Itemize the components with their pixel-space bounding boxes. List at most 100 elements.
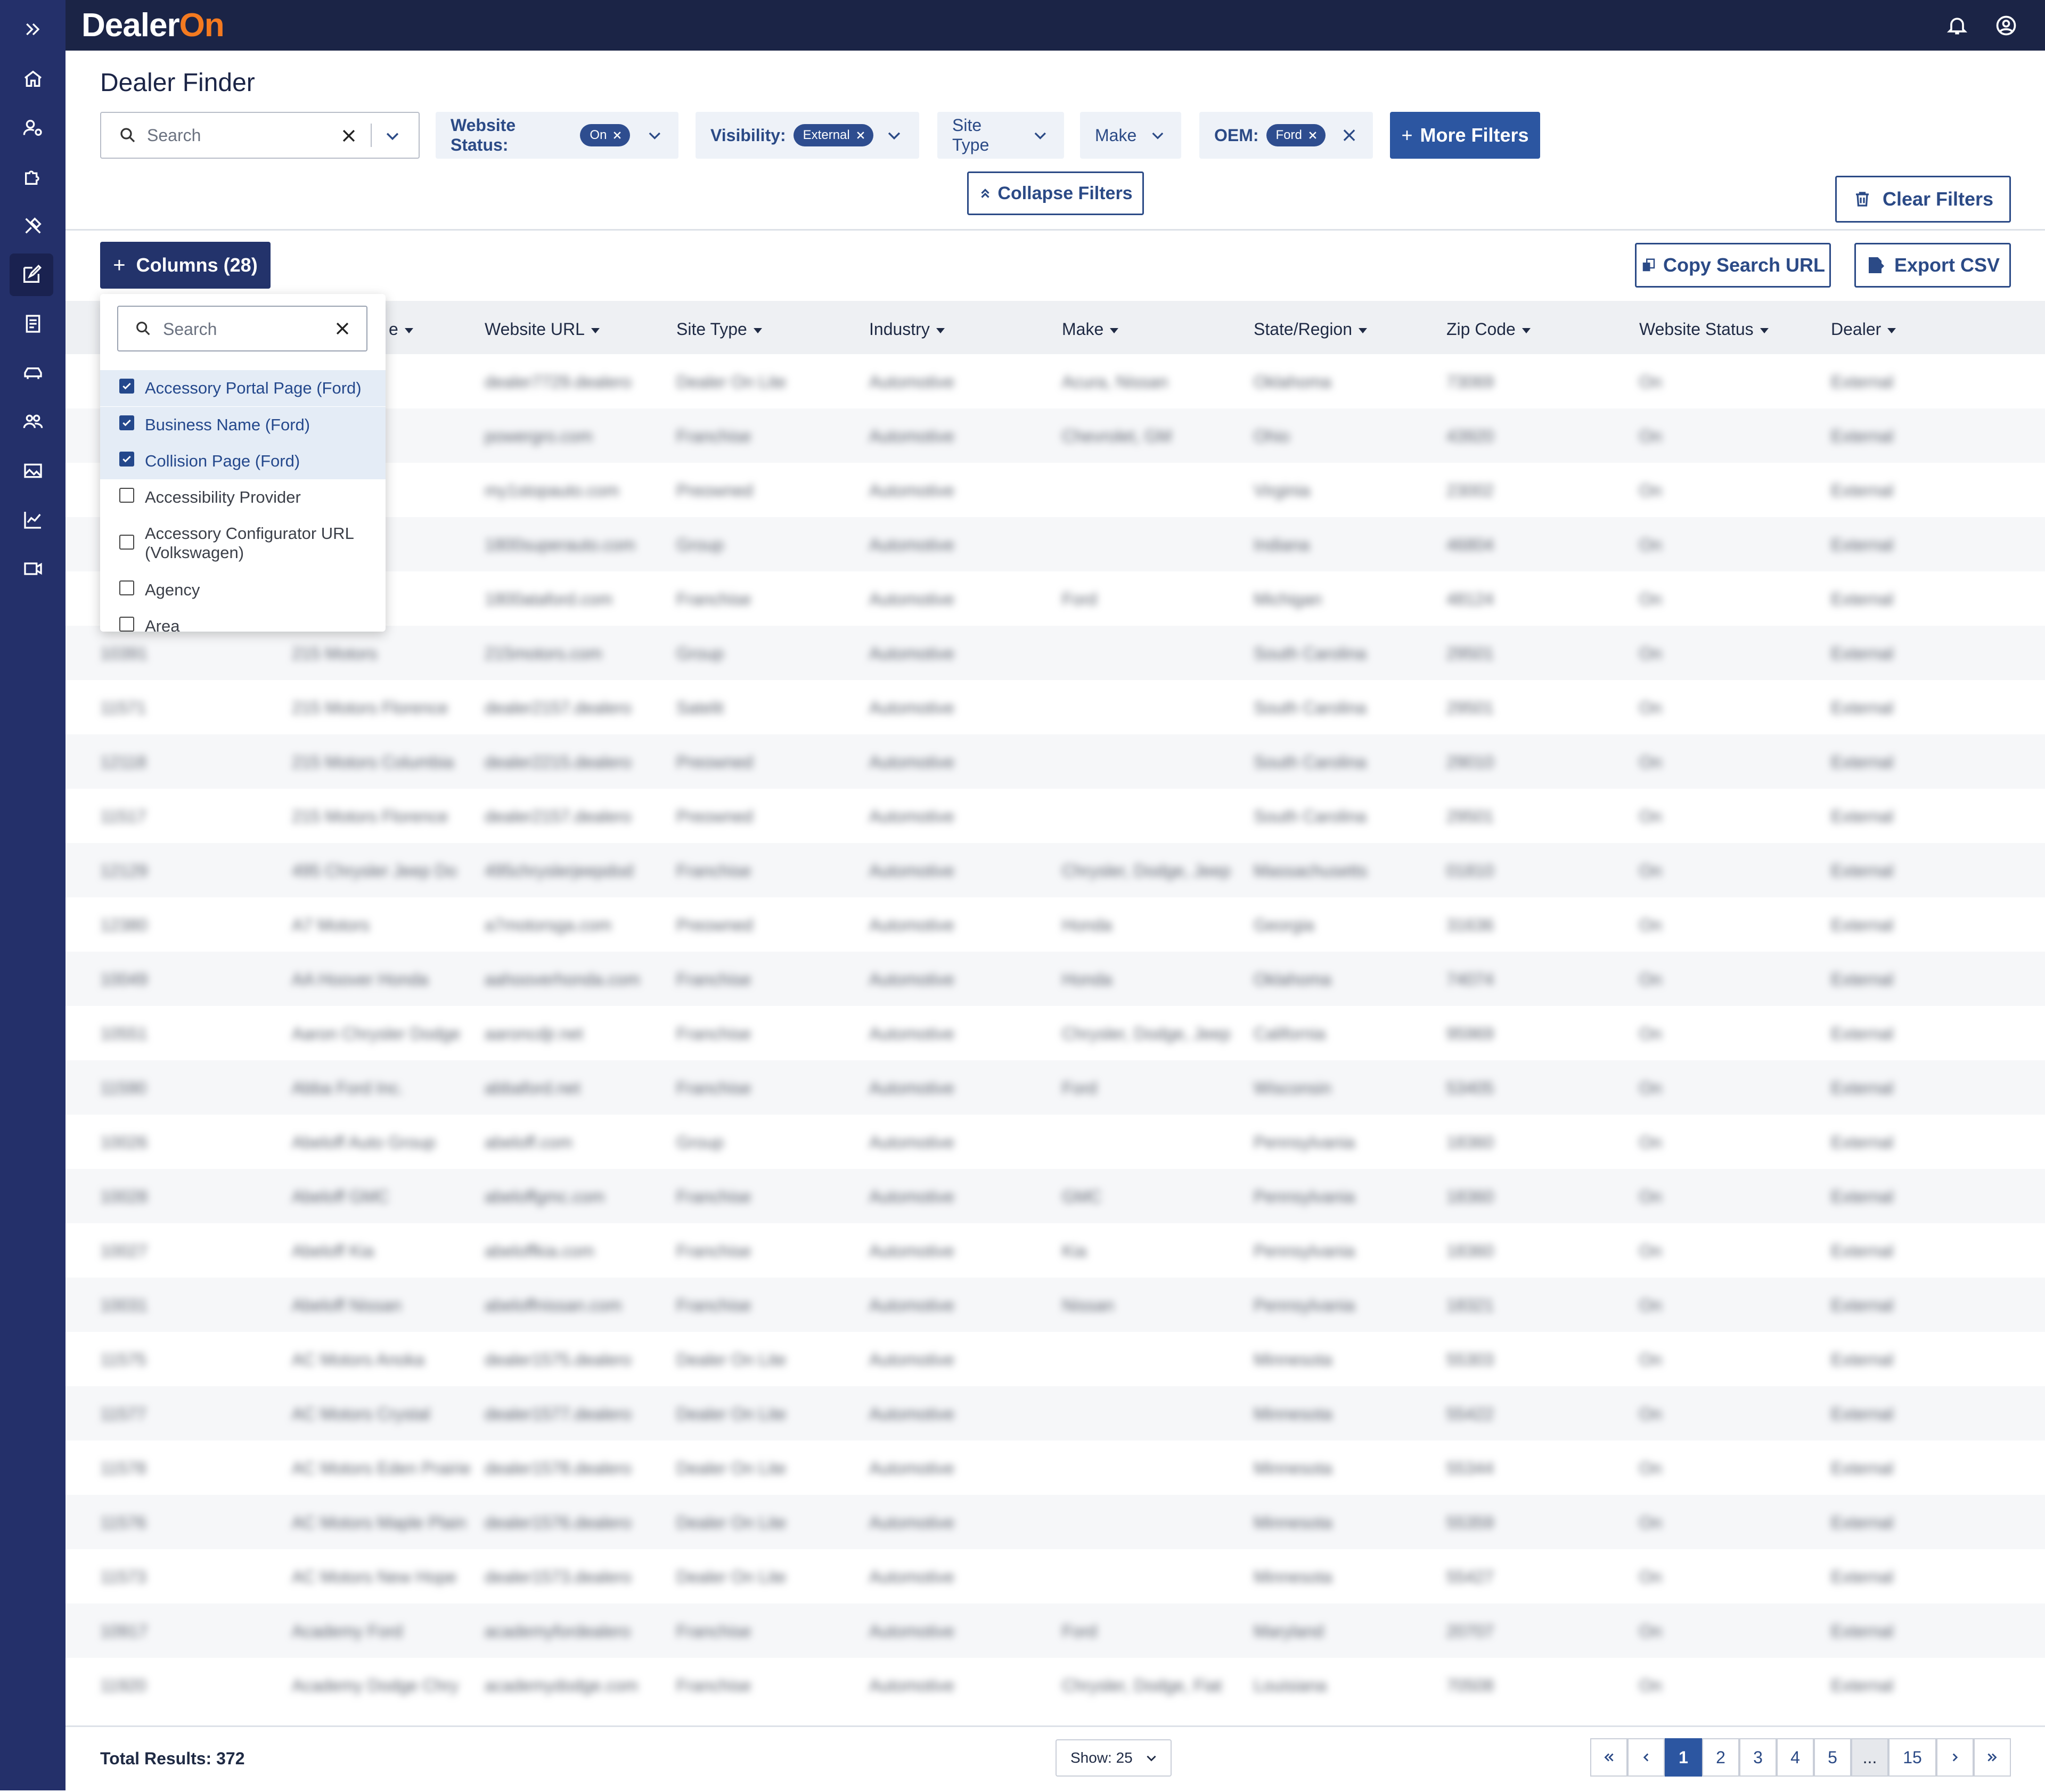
table-row[interactable]: 10026 Abeloff Auto Group abeloff.com Group A… bbox=[66, 1115, 2045, 1169]
close-icon[interactable] bbox=[612, 130, 623, 141]
page-button[interactable]: 15 bbox=[1888, 1738, 1936, 1777]
table-row[interactable]: 10027 Abeloff Kia abeloffkia.com Franchise A… bbox=[66, 1223, 2045, 1278]
table-row[interactable]: 12380 A7 Motors a7motorsga.com Preowned Auto… bbox=[66, 897, 2045, 952]
clear-filters-button[interactable]: Clear Filters bbox=[1835, 176, 2011, 223]
page-button[interactable]: 5 bbox=[1814, 1738, 1851, 1777]
column-header-state-region[interactable]: State/Region bbox=[1254, 320, 1368, 339]
export-csv-button[interactable]: Export CSV bbox=[1854, 243, 2011, 288]
last-page-icon[interactable] bbox=[1974, 1738, 2011, 1777]
collapse-filters-button[interactable]: Collapse Filters bbox=[967, 171, 1144, 215]
first-page-icon[interactable] bbox=[1590, 1738, 1627, 1777]
search-input[interactable]: Search bbox=[100, 112, 420, 159]
puzzle-icon[interactable] bbox=[0, 156, 66, 198]
columns-button[interactable]: + Columns (28) bbox=[100, 242, 271, 289]
column-header-dealer[interactable]: Dealer bbox=[1831, 320, 1896, 339]
filter-site-type[interactable]: Site Type bbox=[937, 112, 1064, 159]
page-button[interactable]: 1 bbox=[1665, 1738, 1702, 1777]
column-option[interactable]: Collision Page (Ford) bbox=[100, 443, 386, 479]
users-icon[interactable] bbox=[0, 400, 66, 443]
table-row[interactable]: 10031 Abeloff Nissan abeloffnissan.com Fran… bbox=[66, 1278, 2045, 1332]
page-button[interactable]: 3 bbox=[1739, 1738, 1777, 1777]
remove-filter-icon[interactable] bbox=[1340, 126, 1358, 144]
table-row[interactable]: 11920 Academy Dodge Chry academydodge.com F… bbox=[66, 1658, 2045, 1712]
checkbox-icon[interactable] bbox=[119, 488, 134, 503]
chevron-down-icon[interactable] bbox=[885, 126, 903, 144]
table-row[interactable]: 12118 215 Motors Columbia dealer2215.deale… bbox=[66, 734, 2045, 789]
column-header-site-type[interactable]: Site Type bbox=[676, 320, 762, 339]
video-icon[interactable] bbox=[0, 547, 66, 590]
dealeron-logo[interactable]: Dealer On bbox=[81, 7, 225, 44]
page-button[interactable]: 2 bbox=[1702, 1738, 1739, 1777]
chevron-down-icon[interactable] bbox=[1032, 126, 1049, 144]
table-row[interactable]: 11590 Abba Ford Inc. abbaford.net Franchise… bbox=[66, 1060, 2045, 1115]
filter-value-pill[interactable]: External bbox=[793, 124, 873, 146]
page-button[interactable]: 4 bbox=[1777, 1738, 1814, 1777]
filter-label: Site Type bbox=[952, 116, 989, 154]
page-ellipsis[interactable]: ... bbox=[1851, 1738, 1888, 1777]
image-icon[interactable] bbox=[0, 449, 66, 492]
column-header-website-status[interactable]: Website Status bbox=[1639, 320, 1769, 339]
more-filters-button[interactable]: + More Filters bbox=[1390, 112, 1540, 159]
table-row[interactable]: 10028 Abeloff GMC abeloffgmc.com Franchise A… bbox=[66, 1169, 2045, 1223]
table-row[interactable]: 10391 215 Motors 215motors.com Group Automot… bbox=[66, 626, 2045, 680]
expand-icon[interactable] bbox=[0, 8, 66, 51]
user-settings-icon[interactable] bbox=[0, 107, 66, 149]
filter-website-status[interactable]: Website Status: On bbox=[436, 112, 678, 159]
car-icon[interactable] bbox=[0, 351, 66, 394]
column-option[interactable]: Business Name (Ford) bbox=[100, 407, 386, 443]
table-row[interactable]: 10917 Academy Ford academyfordealero Franch… bbox=[66, 1603, 2045, 1658]
chart-icon[interactable] bbox=[0, 498, 66, 541]
document-icon[interactable] bbox=[0, 302, 66, 345]
column-option[interactable]: Accessibility Provider bbox=[100, 479, 386, 515]
column-option[interactable]: Agency bbox=[100, 572, 386, 608]
checkbox-checked-icon[interactable] bbox=[119, 379, 134, 394]
table-row[interactable]: 11573 AC Motors New Hope dealer1573.dealer… bbox=[66, 1549, 2045, 1603]
tools-icon[interactable] bbox=[0, 204, 66, 247]
checkbox-icon[interactable] bbox=[119, 535, 134, 550]
home-icon[interactable] bbox=[0, 58, 66, 100]
chevron-down-icon[interactable] bbox=[383, 127, 402, 145]
column-header[interactable]: e bbox=[389, 320, 413, 339]
table-row[interactable]: 11576 AC Motors Maple Plain dealer1576.dea… bbox=[66, 1495, 2045, 1549]
chevron-down-icon[interactable] bbox=[646, 126, 664, 144]
column-header-make[interactable]: Make bbox=[1062, 320, 1119, 339]
column-header-industry[interactable]: Industry bbox=[869, 320, 945, 339]
filter-oem[interactable]: OEM: Ford bbox=[1199, 112, 1373, 159]
column-header-zip-code[interactable]: Zip Code bbox=[1446, 320, 1531, 339]
table-row[interactable]: 11577 AC Motors Crystal dealer1577.dealero… bbox=[66, 1386, 2045, 1441]
filter-value-pill[interactable]: On bbox=[580, 124, 631, 146]
table-cell: 11575 bbox=[100, 1350, 146, 1369]
copy-search-url-button[interactable]: Copy Search URL bbox=[1635, 243, 1831, 288]
clear-icon[interactable] bbox=[340, 127, 358, 145]
table-row[interactable]: 11575 AC Motors Anoka dealer1575.dealero De… bbox=[66, 1332, 2045, 1386]
close-icon[interactable] bbox=[1307, 130, 1318, 141]
column-option[interactable]: Accessory Portal Page (Ford) bbox=[100, 370, 386, 406]
columns-search-input[interactable]: Search bbox=[117, 306, 367, 351]
clear-icon[interactable] bbox=[333, 320, 351, 338]
close-icon[interactable] bbox=[855, 130, 866, 141]
bell-icon[interactable] bbox=[1945, 14, 1969, 37]
table-row[interactable]: 11578 AC Motors Eden Prairie dealer1578.de… bbox=[66, 1441, 2045, 1495]
prev-page-icon[interactable] bbox=[1627, 1738, 1665, 1777]
filter-visibility[interactable]: Visibility: External bbox=[696, 112, 919, 159]
column-header-website-url[interactable]: Website URL bbox=[485, 320, 600, 339]
table-row[interactable]: 12129 495 Chrysler Jeep Do 495chryslerjeep… bbox=[66, 843, 2045, 897]
table-cell: 23002 bbox=[1446, 481, 1494, 500]
next-page-icon[interactable] bbox=[1936, 1738, 1974, 1777]
table-row[interactable]: 11571 215 Motors Florence dealer2157.deale… bbox=[66, 680, 2045, 734]
edit-icon[interactable] bbox=[10, 253, 53, 296]
page-size-select[interactable]: Show: 25 bbox=[1056, 1739, 1172, 1777]
table-row[interactable]: 10049 AA Hoover Honda aahooverhonda.com Fra… bbox=[66, 952, 2045, 1006]
filter-value-pill[interactable]: Ford bbox=[1266, 124, 1326, 146]
table-row[interactable]: 10551 Aaron Chrysler Dodge aaroncdjr.net Fr… bbox=[66, 1006, 2045, 1060]
account-icon[interactable] bbox=[1994, 14, 2018, 37]
checkbox-checked-icon[interactable] bbox=[119, 452, 134, 467]
checkbox-icon[interactable] bbox=[119, 580, 134, 595]
checkbox-icon[interactable] bbox=[119, 617, 134, 632]
column-option[interactable]: Area bbox=[100, 608, 386, 632]
filter-make[interactable]: Make bbox=[1080, 112, 1181, 159]
chevron-down-icon[interactable] bbox=[1149, 126, 1166, 144]
table-row[interactable]: 11517 215 Motors Florence dealer2157.deale… bbox=[66, 789, 2045, 843]
column-option[interactable]: Accessory Configurator URL (Volkswagen) bbox=[100, 515, 386, 572]
checkbox-checked-icon[interactable] bbox=[119, 415, 134, 430]
